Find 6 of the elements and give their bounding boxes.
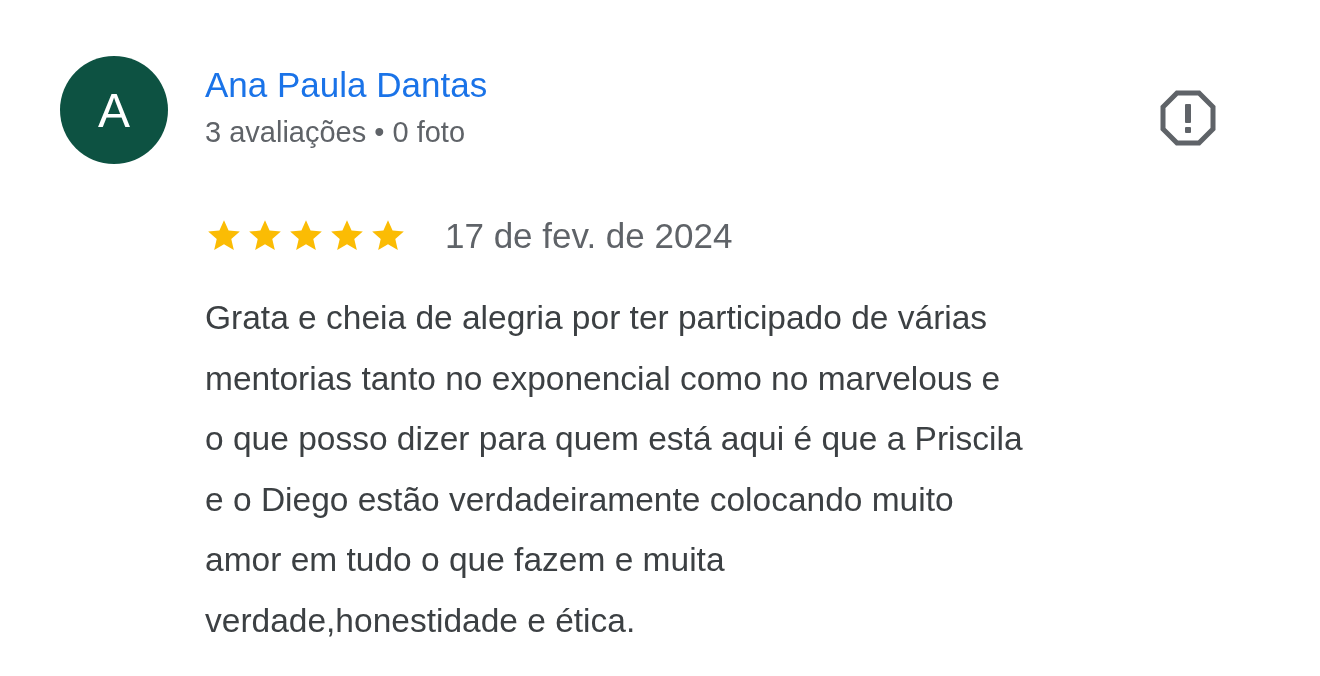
reviewer-stats: 3 avaliações • 0 foto — [205, 115, 467, 150]
reviewer-name[interactable]: Ana Paula Dantas — [205, 64, 488, 106]
report-icon[interactable] — [1160, 90, 1216, 146]
review-text: Grata e cheia de alegria por ter participado de várias mentorias tanto no exponencial como no marvelous e o que posso dizer para quem está aqui é que a Priscila e o Diego estão verdadeiramente colocando muito amor em tudo o que fazem e muita verdade,honestidade e ética. — [205, 298, 1024, 641]
review-date: 17 de fev. de 2024 — [445, 216, 733, 256]
avatar[interactable]: A — [60, 56, 168, 164]
